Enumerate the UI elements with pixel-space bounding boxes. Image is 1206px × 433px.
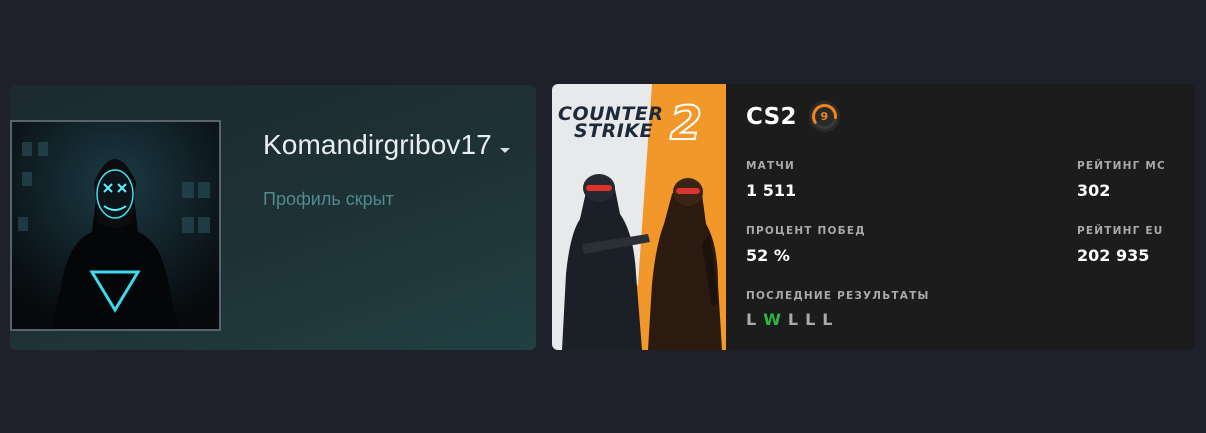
game-title[interactable]: CS2 [746,104,797,130]
game-header: CS2 9 [746,101,840,132]
mc-rating-label: Рейтинг MC [1077,160,1166,172]
matches-value: 1 511 [746,181,797,200]
win-rate-value: 52 % [746,246,790,265]
eu-rating-label: Рейтинг EU [1077,225,1164,237]
win-rate-label: Процент побед [746,225,866,237]
eu-rating-value: 202 935 [1077,246,1150,265]
mc-rating-value: 302 [1077,181,1111,200]
profile-status: Профиль скрыт [263,189,394,209]
recent-results-label: Последние результаты [746,290,930,302]
game-stats-card: COUNTER STRIKE 2 CS2 9 Матчи 1 511 Рейти… [552,84,1195,350]
avatar[interactable] [10,120,221,331]
result-item: L [805,310,816,329]
matches-label: Матчи [746,160,796,172]
game-cover-image[interactable]: COUNTER STRIKE 2 [552,84,726,350]
profile-card: Komandirgribov17 Профиль скрыт [10,85,536,350]
username-dropdown[interactable]: Komandirgribov17 [263,129,510,161]
skill-level-badge[interactable]: 9 [808,101,840,132]
result-item: L [822,310,833,329]
result-item: W [763,310,781,329]
cover-logo-text: STRIKE [574,120,654,142]
username: Komandirgribov17 [263,129,492,160]
skill-level-value: 9 [820,110,829,123]
result-item: L [787,310,799,329]
cover-logo-number: 2 [669,96,703,150]
chevron-down-icon [499,147,510,153]
result-item: L [746,310,757,329]
recent-results: L W L L L [746,312,832,328]
